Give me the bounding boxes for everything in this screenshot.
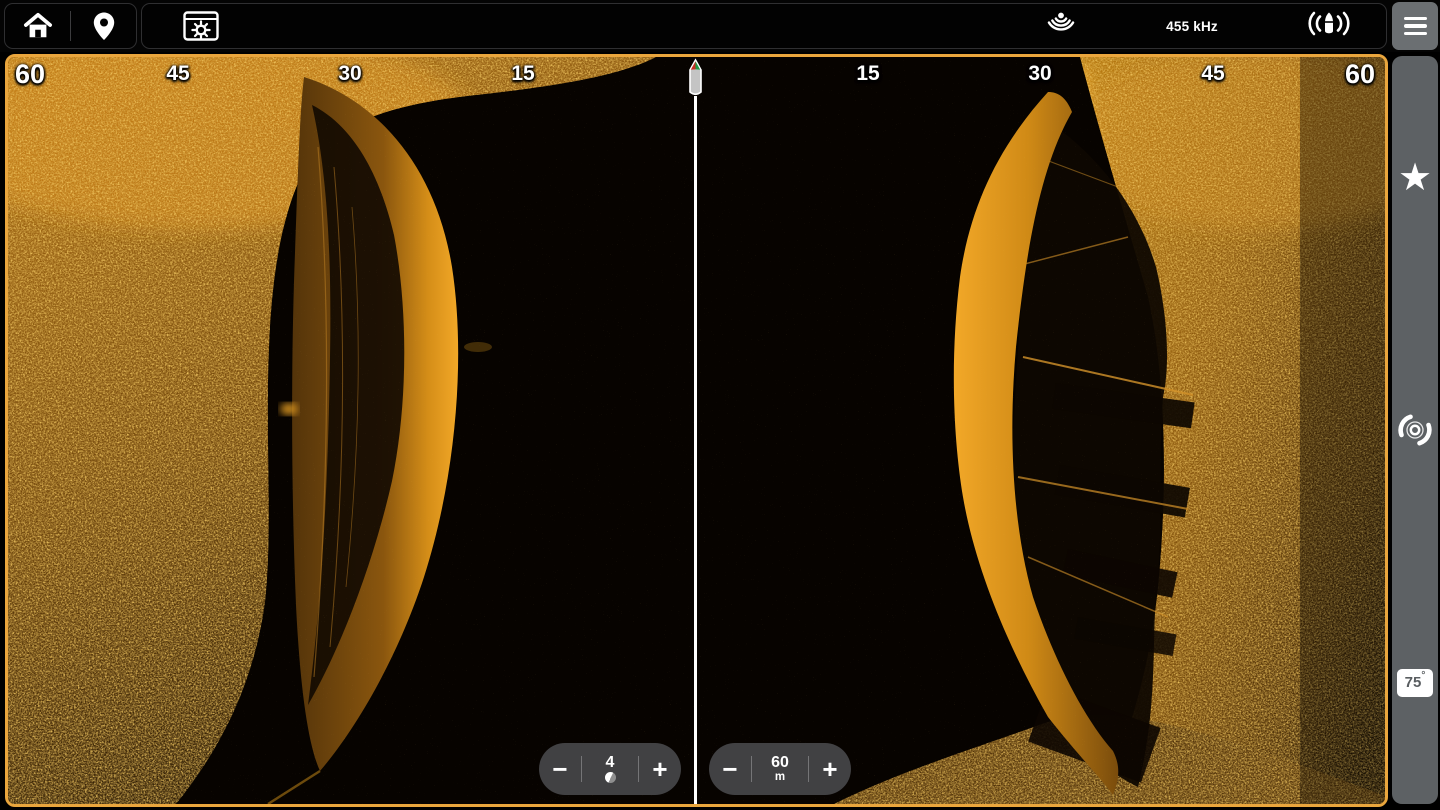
range-value: 60 m bbox=[752, 755, 808, 784]
sensitivity-stepper: − 4 + bbox=[539, 743, 681, 795]
range-label-right-15: 15 bbox=[856, 62, 879, 86]
sensitivity-value: 4 bbox=[582, 755, 638, 784]
center-track-line bbox=[694, 99, 697, 804]
range-label-left-60: 60 bbox=[15, 59, 45, 90]
range-label-left-15: 15 bbox=[511, 62, 534, 86]
degree-symbol: ° bbox=[1421, 669, 1425, 683]
side-imaging-view[interactable]: 60 45 30 15 15 30 45 60 − 4 + − bbox=[5, 54, 1388, 807]
home-icon bbox=[23, 12, 53, 40]
star-icon: ★ bbox=[1398, 157, 1432, 199]
favorite-waypoint-button[interactable]: ★ bbox=[1392, 158, 1438, 198]
spin-view-icon bbox=[1397, 412, 1433, 448]
nav-button-group bbox=[4, 3, 137, 49]
range-increase-button[interactable]: + bbox=[809, 744, 851, 794]
sensitivity-increase-button[interactable]: + bbox=[639, 744, 681, 794]
range-decrease-button[interactable]: − bbox=[709, 744, 751, 794]
sonar-beam-indicator bbox=[1044, 9, 1078, 44]
sonar-beam-icon bbox=[1044, 9, 1078, 39]
frequency-readout: 455 kHz bbox=[1144, 4, 1240, 48]
range-number: 60 bbox=[771, 755, 789, 772]
waypoint-button[interactable] bbox=[71, 4, 136, 48]
range-label-left-30: 30 bbox=[338, 62, 361, 86]
sensitivity-number: 4 bbox=[606, 755, 615, 772]
temperature-value: 75 bbox=[1405, 669, 1422, 696]
waypoint-icon bbox=[92, 11, 116, 41]
temperature-badge: 75° bbox=[1397, 669, 1433, 697]
range-unit: m bbox=[775, 771, 785, 783]
sonar-settings-button[interactable] bbox=[170, 4, 232, 48]
top-toolbar: 455 kHz bbox=[0, 0, 1440, 52]
range-label-right-60: 60 bbox=[1345, 59, 1375, 90]
menu-button[interactable] bbox=[1392, 2, 1438, 50]
contrast-icon bbox=[605, 772, 616, 783]
spin-view-button[interactable] bbox=[1397, 412, 1433, 448]
home-button[interactable] bbox=[5, 4, 70, 48]
sonar-settings-icon bbox=[183, 11, 219, 41]
main-toolbar-group: 455 kHz bbox=[141, 3, 1387, 49]
boat-icon bbox=[685, 58, 706, 102]
range-stepper: − 60 m + bbox=[709, 743, 851, 795]
range-label-right-30: 30 bbox=[1028, 62, 1051, 86]
range-label-left-45: 45 bbox=[166, 62, 189, 86]
right-sidebar: ★ 75° bbox=[1392, 56, 1438, 804]
side-imaging-indicator bbox=[1300, 8, 1358, 45]
range-label-right-45: 45 bbox=[1201, 62, 1224, 86]
side-imaging-transducer-icon bbox=[1300, 8, 1358, 40]
sensitivity-decrease-button[interactable]: − bbox=[539, 744, 581, 794]
sonar-unit-screen: 455 kHz ★ bbox=[0, 0, 1440, 810]
